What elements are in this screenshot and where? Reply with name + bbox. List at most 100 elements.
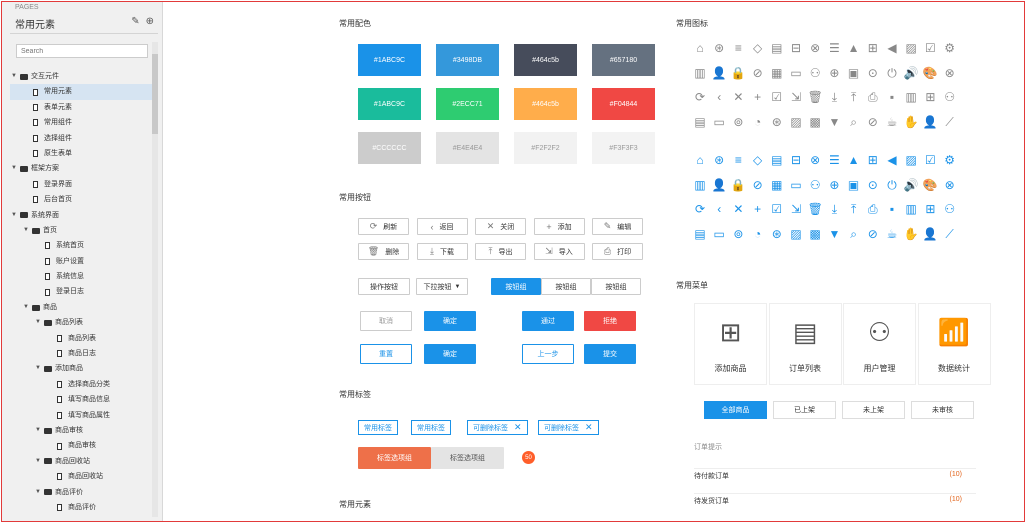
- id-card-icon[interactable]: ▭: [711, 226, 727, 242]
- user-group-icon[interactable]: ⚇: [807, 177, 823, 193]
- tree-item[interactable]: 常用组件: [10, 115, 152, 130]
- confirm-button-2[interactable]: 确定: [424, 344, 476, 364]
- handshake-icon[interactable]: ✋: [903, 226, 919, 242]
- circle-icon[interactable]: ⊚: [730, 226, 746, 242]
- close-icon[interactable]: ✕: [730, 201, 746, 217]
- gear-icon[interactable]: ⚙: [942, 40, 958, 56]
- add-box-icon[interactable]: ⊞: [922, 89, 938, 105]
- refresh-icon[interactable]: ⟳: [692, 201, 708, 217]
- tree-item[interactable]: ▼ 商品回收站: [10, 454, 152, 469]
- close-icon[interactable]: ✕: [514, 422, 522, 433]
- calendar-icon[interactable]: ▥: [903, 201, 919, 217]
- tag-option-active[interactable]: 标签选项组: [358, 447, 431, 469]
- icon-button[interactable]: + 添加: [533, 218, 585, 235]
- add-box-icon[interactable]: ⊞: [922, 201, 938, 217]
- tree-item[interactable]: 商品回收站: [10, 469, 152, 484]
- power-icon[interactable]: ⏻: [884, 65, 900, 81]
- id-card-icon[interactable]: ▭: [711, 114, 727, 130]
- box-icon[interactable]: ⊟: [788, 152, 804, 168]
- page-icon[interactable]: ▤: [692, 226, 708, 242]
- chat-icon[interactable]: ⊛: [769, 226, 785, 242]
- goods-tab[interactable]: 未上架: [842, 401, 905, 419]
- icon-button[interactable]: ⤓ 下载: [416, 243, 468, 260]
- coin-icon[interactable]: ⊕: [826, 177, 842, 193]
- users-icon[interactable]: ⚇: [942, 201, 958, 217]
- user-circle-icon[interactable]: ⊙: [865, 65, 881, 81]
- button-group-item-1[interactable]: 按钮组: [491, 278, 541, 295]
- removable-tag[interactable]: 可删除标签 ✕: [467, 420, 528, 435]
- cancel-button[interactable]: 取消: [360, 311, 412, 331]
- icon-button[interactable]: ⤒ 导出: [475, 243, 526, 260]
- coin-icon[interactable]: ⊕: [826, 65, 842, 81]
- scrollbar-thumb[interactable]: [152, 54, 158, 134]
- chevron-down-icon[interactable]: ▼: [22, 300, 30, 315]
- scrollbar[interactable]: [152, 42, 158, 517]
- lock-icon[interactable]: 🔒: [730, 177, 746, 193]
- coffee-icon[interactable]: ☕: [884, 226, 900, 242]
- back-icon[interactable]: ‹: [711, 89, 727, 105]
- bell-icon[interactable]: ▲: [846, 152, 862, 168]
- icon-button[interactable]: ‹ 返回: [416, 218, 468, 235]
- chevron-down-icon[interactable]: ▼: [10, 69, 18, 84]
- confirm-button[interactable]: 确定: [424, 311, 476, 331]
- edit-box-icon[interactable]: ▩: [807, 114, 823, 130]
- check-circle-icon[interactable]: ⊘: [865, 114, 881, 130]
- goods-tab[interactable]: 已上架: [773, 401, 836, 419]
- page-icon[interactable]: ▤: [692, 114, 708, 130]
- tree-item[interactable]: 后台首页: [10, 192, 152, 207]
- back-icon[interactable]: ◀: [884, 152, 900, 168]
- tree-item[interactable]: 商品审核: [10, 438, 152, 453]
- tree-item[interactable]: 原生表单: [10, 146, 152, 161]
- palette-icon[interactable]: 🎨: [922, 177, 938, 193]
- action-button[interactable]: 操作按钮: [358, 278, 410, 295]
- chevron-down-icon[interactable]: ▼: [10, 208, 18, 223]
- lock-open-icon[interactable]: ⊞: [865, 40, 881, 56]
- document-icon[interactable]: ▤: [769, 40, 785, 56]
- chevron-down-icon[interactable]: ▼: [34, 361, 42, 376]
- tree-item[interactable]: 商品列表: [10, 331, 152, 346]
- tree-item[interactable]: 商品日志: [10, 346, 152, 361]
- tree-item[interactable]: 商品评价: [10, 500, 152, 515]
- compass-icon[interactable]: ⊘: [750, 177, 766, 193]
- order-row[interactable]: 待付款订单 (10): [694, 468, 976, 491]
- button-group-item-2[interactable]: 按钮组: [541, 278, 591, 295]
- tree-item[interactable]: ▼ 添加商品: [10, 361, 152, 376]
- compass-icon[interactable]: ⊘: [750, 65, 766, 81]
- button-group-item-3[interactable]: 按钮组: [591, 278, 641, 295]
- checkbox-icon[interactable]: ☑: [922, 152, 938, 168]
- image-icon[interactable]: ▨: [788, 226, 804, 242]
- chevron-down-icon[interactable]: ▼: [34, 423, 42, 438]
- chevron-down-icon[interactable]: ▼: [34, 485, 42, 500]
- tree-item[interactable]: 表单元素: [10, 100, 152, 115]
- search-input[interactable]: [16, 44, 148, 58]
- circle-icon[interactable]: ⊚: [730, 114, 746, 130]
- previous-step-button[interactable]: 上一步: [522, 344, 574, 364]
- coffee-icon[interactable]: ☕: [884, 114, 900, 130]
- delete-icon[interactable]: 🗑: [807, 89, 823, 105]
- tree-item[interactable]: 系统首页: [10, 238, 152, 253]
- clock-icon[interactable]: ◔: [750, 226, 766, 242]
- add-icon[interactable]: +: [750, 89, 766, 105]
- chevron-down-icon[interactable]: ▼: [34, 454, 42, 469]
- tree-item[interactable]: 填写商品信息: [10, 392, 152, 407]
- tag[interactable]: 常用标签: [411, 420, 451, 435]
- search-icon[interactable]: ⌕: [846, 114, 862, 130]
- menu-card[interactable]: ⊞ 添加商品: [694, 303, 767, 385]
- checkbox-icon[interactable]: ☑: [922, 40, 938, 56]
- upload-icon[interactable]: ⤒: [846, 89, 862, 105]
- icon-button[interactable]: ✕ 关闭: [475, 218, 526, 235]
- comment-icon[interactable]: ▭: [788, 65, 804, 81]
- chevron-down-icon[interactable]: ▼: [22, 223, 30, 238]
- download-icon[interactable]: ⤓: [826, 89, 842, 105]
- tree-item[interactable]: ▼ 系统界面: [10, 208, 152, 223]
- import-icon[interactable]: ⇲: [788, 89, 804, 105]
- filter-icon[interactable]: ▨: [903, 40, 919, 56]
- tree-item[interactable]: ▼ 首页: [10, 223, 152, 238]
- clock-icon[interactable]: ◔: [750, 114, 766, 130]
- back-icon[interactable]: ◀: [884, 40, 900, 56]
- edit-icon[interactable]: ☑: [769, 201, 785, 217]
- tag-icon[interactable]: ◇: [750, 152, 766, 168]
- close-icon[interactable]: ✕: [730, 89, 746, 105]
- goods-tab[interactable]: 未审核: [911, 401, 974, 419]
- user-icon[interactable]: 👤: [711, 65, 727, 81]
